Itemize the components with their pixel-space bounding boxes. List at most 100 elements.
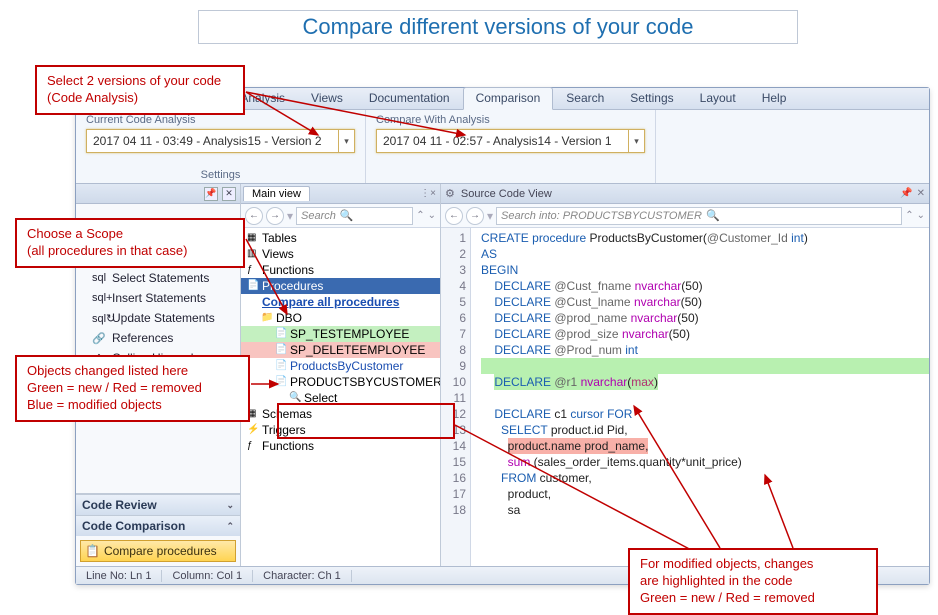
close-icon[interactable]: ✕ xyxy=(917,188,925,199)
pin-icon[interactable]: 📌 xyxy=(900,188,912,199)
code-line[interactable] xyxy=(481,358,929,374)
ribbon-tab-documentation[interactable]: Documentation xyxy=(356,87,463,109)
callout-highlighted-changes: For modified objects, changes are highli… xyxy=(628,548,878,615)
code-line[interactable]: DECLARE @prod_name nvarchar(50) xyxy=(481,310,929,326)
tree-icon: ƒ xyxy=(247,262,259,278)
tree-item[interactable]: 📄PRODUCTSBYCUSTOMER xyxy=(241,374,440,390)
code-line[interactable]: SELECT product.id Pid, xyxy=(481,422,929,438)
code-line[interactable]: DECLARE @Cust_lname nvarchar(50) xyxy=(481,294,929,310)
tree-item[interactable]: ⚡Triggers xyxy=(241,422,440,438)
tree-item[interactable]: ƒFunctions xyxy=(241,438,440,454)
expand-icon[interactable]: ⌃ xyxy=(905,210,913,221)
code-line[interactable]: DECLARE c1 cursor FOR xyxy=(481,406,929,422)
tree-item[interactable]: 📄Procedures xyxy=(241,278,440,294)
scope-bottom: Code Review⌄ Code Comparison⌃ 📋 Compare … xyxy=(76,493,240,566)
item-icon: sql+ xyxy=(92,292,106,304)
code-area[interactable]: 123456789101112131415161718 CREATE proce… xyxy=(441,228,929,566)
scope-item-insert-statements[interactable]: sql+Insert Statements xyxy=(76,288,240,308)
scope-item-references[interactable]: 🔗References xyxy=(76,328,240,348)
scope-item-select-statements[interactable]: sqlSelect Statements xyxy=(76,268,240,288)
code-line[interactable]: product.name prod_name, xyxy=(481,438,929,454)
code-line[interactable]: DECLARE @r1 nvarchar(max) xyxy=(481,374,929,390)
chevron-down-icon[interactable]: ▾ xyxy=(628,130,644,152)
code-line[interactable]: sum (sales_order_items.quantity*unit_pri… xyxy=(481,454,929,470)
tree-icon: ⚡ xyxy=(247,422,259,438)
source-search-input[interactable]: Search into: PRODUCTSBYCUSTOMER 🔍 xyxy=(496,207,902,225)
page-banner: Compare different versions of your code xyxy=(198,10,798,44)
collapse-icon[interactable]: ⌄ xyxy=(917,210,925,221)
code-line[interactable]: BEGIN xyxy=(481,262,929,278)
pin-icon[interactable]: 📌 xyxy=(204,187,218,201)
tree-toolbar: ← → ▾ Search 🔍 ⌃ ⌄ xyxy=(241,204,440,228)
code-line[interactable]: sa xyxy=(481,502,929,518)
status-character: Character: Ch 1 xyxy=(253,570,352,582)
code-line[interactable]: DECLARE @prod_size nvarchar(50) xyxy=(481,326,929,342)
app-window: Code AnalysisViewsDocumentationCompariso… xyxy=(75,87,930,585)
tree-item[interactable]: ƒFunctions xyxy=(241,262,440,278)
ribbon-tab-comparison[interactable]: Comparison xyxy=(463,87,554,110)
tree-item[interactable]: 📁DBO xyxy=(241,310,440,326)
callout-select-versions: Select 2 versions of your code (Code Ana… xyxy=(35,65,245,115)
status-column: Column: Col 1 xyxy=(162,570,253,582)
item-icon: 🔗 xyxy=(92,332,106,345)
nav-fwd-icon[interactable]: → xyxy=(466,207,484,225)
tree-icon: 📄 xyxy=(275,374,287,390)
search-icon[interactable]: 🔍 xyxy=(706,209,720,222)
ribbon-group-footer: Settings xyxy=(86,153,355,183)
accordion-code-comparison[interactable]: Code Comparison⌃ xyxy=(76,515,240,536)
compare-analysis-value: 2017 04 11 - 02:57 - Analysis14 - Versio… xyxy=(377,134,628,148)
code-line[interactable]: DECLARE @Cust_fname nvarchar(50) xyxy=(481,278,929,294)
ribbon-group-current: Current Code Analysis 2017 04 11 - 03:49… xyxy=(76,110,366,183)
panel-grip-icon[interactable]: ⋮× xyxy=(420,188,440,199)
expand-icon[interactable]: ⌃ xyxy=(416,210,424,221)
source-panel-header: ⚙ Source Code View 📌 ✕ xyxy=(441,184,929,204)
compare-analysis-dropdown[interactable]: 2017 04 11 - 02:57 - Analysis14 - Versio… xyxy=(376,129,645,153)
nav-back-icon[interactable]: ← xyxy=(445,207,463,225)
tree-item[interactable]: 📄SP_TESTEMPLOYEE xyxy=(241,326,440,342)
banner-title: Compare different versions of your code xyxy=(303,14,694,40)
tree-search-input[interactable]: Search 🔍 xyxy=(296,207,413,225)
scope-item-update-statements[interactable]: sql↻Update Statements xyxy=(76,308,240,328)
ribbon-tab-layout[interactable]: Layout xyxy=(687,87,749,109)
object-tree[interactable]: ▦Tables▥ViewsƒFunctions📄ProceduresCompar… xyxy=(241,228,440,566)
code-line[interactable]: CREATE procedure ProductsByCustomer(@Cus… xyxy=(481,230,929,246)
tree-item[interactable]: ▥Views xyxy=(241,246,440,262)
current-analysis-dropdown[interactable]: 2017 04 11 - 03:49 - Analysis15 - Versio… xyxy=(86,129,355,153)
compare-icon: 📋 xyxy=(85,544,100,558)
tree-item[interactable]: 📄SP_DELETEEMPLOYEE xyxy=(241,342,440,358)
ribbon-tab-search[interactable]: Search xyxy=(553,87,617,109)
ribbon-tab-help[interactable]: Help xyxy=(749,87,800,109)
tree-item[interactable]: 🔍Select xyxy=(241,390,440,406)
chevron-down-icon[interactable]: ▾ xyxy=(338,130,354,152)
code-line[interactable]: AS xyxy=(481,246,929,262)
current-analysis-label: Current Code Analysis xyxy=(86,114,355,126)
code-line[interactable]: FROM customer, xyxy=(481,470,929,486)
tree-panel: Main view ⋮× ← → ▾ Search 🔍 ⌃ ⌄ ▦Tables▥… xyxy=(241,184,441,566)
ribbon-tab-views[interactable]: Views xyxy=(298,87,356,109)
tree-item[interactable]: 📄ProductsByCustomer xyxy=(241,358,440,374)
tree-icon: 🔍 xyxy=(289,390,301,406)
search-icon[interactable]: 🔍 xyxy=(340,209,354,222)
source-panel: ⚙ Source Code View 📌 ✕ ← → ▾ Search into… xyxy=(441,184,929,566)
code-line[interactable] xyxy=(481,390,929,406)
scope-panel-header: 📌 ✕ xyxy=(76,184,240,204)
compare-procedures-button[interactable]: 📋 Compare procedures xyxy=(80,540,236,562)
tree-item[interactable]: ▦Schemas xyxy=(241,406,440,422)
close-icon[interactable]: ✕ xyxy=(222,187,236,201)
current-analysis-value: 2017 04 11 - 03:49 - Analysis15 - Versio… xyxy=(87,134,338,148)
tree-item[interactable]: Compare all procedures xyxy=(241,294,440,310)
tree-item[interactable]: ▦Tables xyxy=(241,230,440,246)
code-line[interactable]: product, xyxy=(481,486,929,502)
tree-panel-tabs: Main view ⋮× xyxy=(241,184,440,204)
tab-main-view[interactable]: Main view xyxy=(243,186,310,201)
nav-back-icon[interactable]: ← xyxy=(245,207,263,225)
gear-icon[interactable]: ⚙ xyxy=(441,187,455,200)
tree-icon: 📄 xyxy=(247,278,259,294)
tree-icon: 📄 xyxy=(275,326,287,342)
collapse-icon[interactable]: ⌄ xyxy=(428,210,436,221)
nav-fwd-icon[interactable]: → xyxy=(266,207,284,225)
code-line[interactable]: DECLARE @Prod_num int xyxy=(481,342,929,358)
accordion-code-review[interactable]: Code Review⌄ xyxy=(76,494,240,515)
code-lines[interactable]: CREATE procedure ProductsByCustomer(@Cus… xyxy=(477,228,929,566)
ribbon-tab-settings[interactable]: Settings xyxy=(617,87,686,109)
